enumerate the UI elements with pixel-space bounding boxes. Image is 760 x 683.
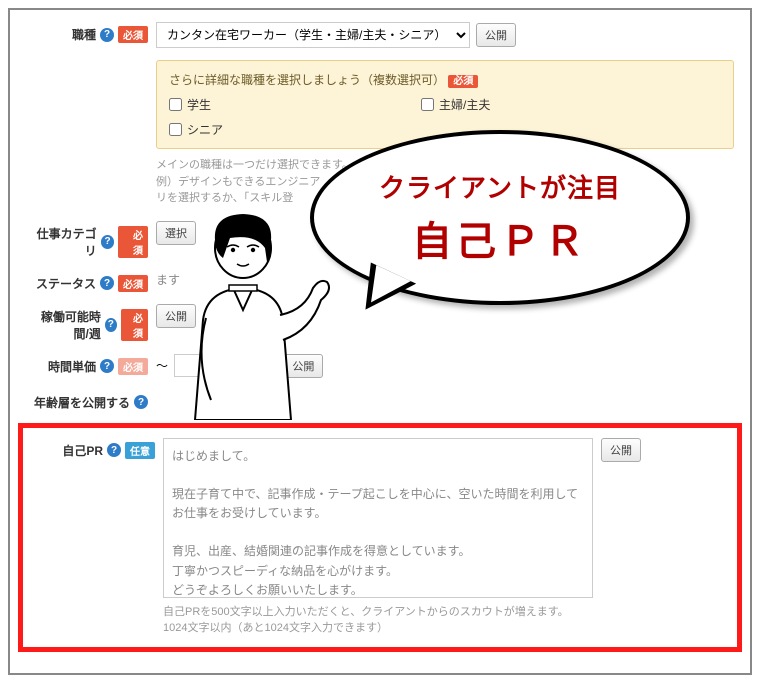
label-text: 自己PR: [62, 442, 103, 459]
help-icon[interactable]: ?: [134, 395, 148, 409]
required-badge: 必須: [448, 75, 478, 88]
help-icon[interactable]: ?: [105, 318, 117, 332]
occupation-select[interactable]: カンタン在宅ワーカー（学生・主婦/主夫・シニア）: [156, 22, 470, 48]
help-icon[interactable]: ?: [107, 443, 121, 457]
required-badge: 必須: [121, 309, 148, 341]
pr-hint1: 自己PRを500文字以上入力いただくと、クライアントからのスカウトが増えます。: [163, 604, 727, 621]
publish-button[interactable]: 公開: [156, 304, 196, 328]
help-icon[interactable]: ?: [100, 276, 114, 290]
row-rate: 時間単価 ? 必須 ～ 円/時 公開: [26, 354, 734, 378]
label-occupation: 職種 ? 必須: [26, 22, 156, 43]
label-text: 時間単価: [48, 358, 96, 375]
row-age: 年齢層を公開する ?: [26, 390, 734, 411]
bubble-line1: クライアントが注目: [379, 168, 621, 205]
label-text: 年齢層を公開する: [34, 394, 130, 411]
checkbox-housewife[interactable]: 主婦/主夫: [421, 96, 490, 113]
required-badge: 必須: [118, 226, 148, 258]
label-text: 職種: [72, 26, 96, 43]
checkbox-student[interactable]: 学生: [169, 96, 211, 113]
bubble-line2: 自己ＰＲ: [412, 209, 588, 267]
help-icon[interactable]: ?: [101, 235, 115, 249]
label-text: 稼働可能時間/週: [26, 308, 101, 342]
required-badge: 必須: [118, 358, 148, 375]
label-text: 仕事カテゴリ: [26, 225, 97, 259]
help-icon[interactable]: ?: [100, 359, 114, 373]
row-occupation: 職種 ? 必須 カンタン在宅ワーカー（学生・主婦/主夫・シニア） 公開: [26, 22, 734, 48]
tilde: ～: [156, 357, 168, 374]
publish-button[interactable]: 公開: [283, 354, 323, 378]
publish-button[interactable]: 公開: [476, 23, 516, 47]
optional-badge: 任意: [125, 442, 155, 459]
subselect-title: さらに詳細な職種を選択しましょう（複数選択可） 必須: [169, 71, 721, 88]
form-container: 職種 ? 必須 カンタン在宅ワーカー（学生・主婦/主夫・シニア） 公開 さらに詳…: [8, 8, 752, 675]
rate-input[interactable]: [174, 354, 224, 377]
control-occupation: カンタン在宅ワーカー（学生・主婦/主夫・シニア） 公開: [156, 22, 734, 48]
rate-unit: 円/時: [250, 357, 277, 374]
label-text: ステータス: [36, 275, 96, 292]
self-pr-textarea[interactable]: [163, 438, 593, 598]
required-badge: 必須: [118, 26, 148, 43]
self-pr-highlight: 自己PR ? 任意 公開 自己PRを500文字以上入力いただくと、クライアントか…: [18, 423, 742, 652]
required-badge: 必須: [118, 275, 148, 292]
speech-bubble: クライアントが注目 自己ＰＲ: [310, 130, 690, 320]
pr-hint2: 1024文字以内（あと1024文字入力できます）: [163, 620, 727, 637]
help-icon[interactable]: ?: [100, 28, 114, 42]
status-suffix: ます: [156, 271, 180, 288]
calculator-icon[interactable]: [230, 359, 244, 373]
publish-button[interactable]: 公開: [601, 438, 641, 462]
select-button[interactable]: 選択: [156, 221, 196, 245]
